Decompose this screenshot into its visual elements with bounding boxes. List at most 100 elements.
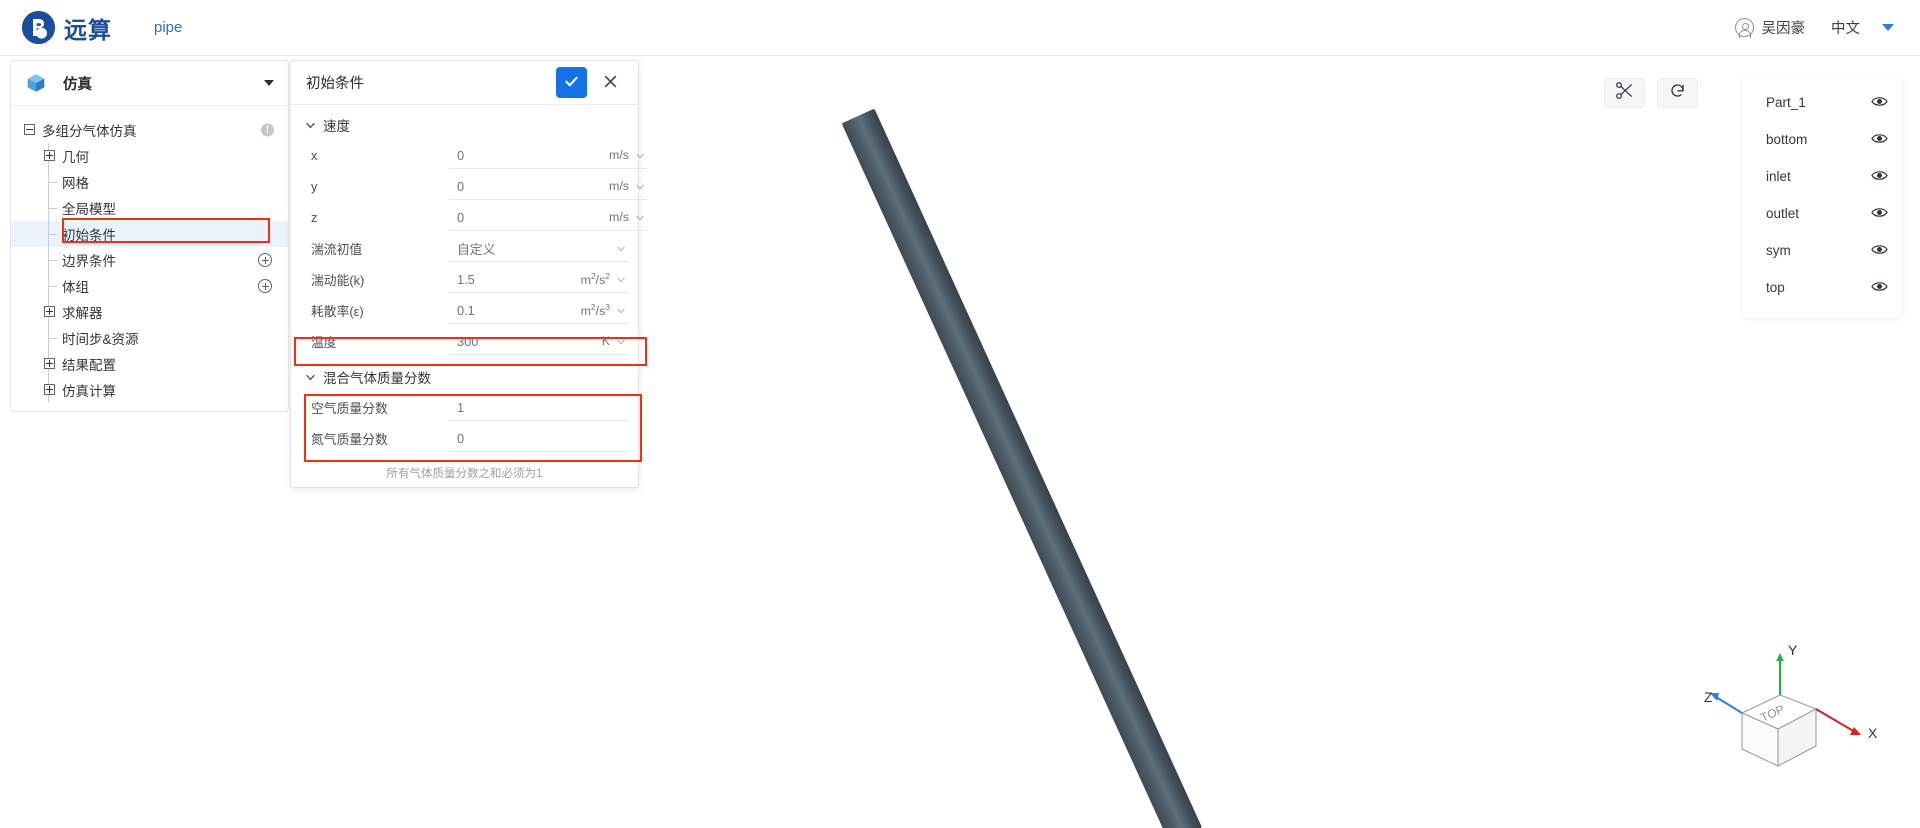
add-icon[interactable] — [258, 279, 272, 293]
unit-label: m2/s2 — [580, 270, 610, 288]
pipe-geometry-model[interactable] — [841, 108, 1202, 828]
eye-icon[interactable] — [1871, 95, 1888, 111]
part-list-item[interactable]: outlet — [1742, 195, 1902, 232]
expand-toggle-icon[interactable] — [44, 384, 55, 395]
turbulence-rows: 湍流初值 自定义 湍动能(k) 1.5 m2/s2 耗散率(ε) 0.1 m2/s3 温度 300… — [291, 233, 638, 357]
tree-item-7[interactable]: 求解器 — [11, 299, 288, 325]
initial-condition-dialog: 初始条件 速度 x 0 m/s y 0 m/s z 0 m/s 湍流初值 自定义… — [290, 60, 647, 488]
form-row-input[interactable]: 0 — [449, 143, 585, 169]
part-list-item[interactable]: sym — [1742, 232, 1902, 269]
eye-icon[interactable] — [1871, 169, 1888, 185]
tree-connector — [48, 325, 57, 351]
tree-item-label: 网格 — [62, 176, 89, 191]
eye-icon[interactable] — [1871, 280, 1888, 296]
view-toolbar — [1604, 78, 1698, 108]
form-row-input[interactable]: 1 — [449, 395, 628, 421]
form-row-unit[interactable]: K — [566, 329, 628, 355]
expand-toggle-icon[interactable] — [44, 358, 55, 369]
tree-item-2[interactable]: 网格 — [11, 169, 288, 195]
form-row-unit[interactable]: m/s — [585, 174, 647, 200]
expand-toggle-icon[interactable] — [44, 150, 55, 161]
form-row-label: 湍动能(k) — [311, 273, 365, 288]
chevron-down-icon[interactable] — [264, 80, 274, 86]
eye-icon[interactable] — [1871, 132, 1888, 148]
form-row: 湍动能(k) 1.5 m2/s2 — [291, 264, 638, 295]
close-button[interactable] — [595, 67, 626, 98]
mixture-section-label: 混合气体质量分数 — [323, 370, 431, 386]
user-name-label: 吴因豪 — [1761, 21, 1806, 37]
chevron-down-icon[interactable] — [635, 150, 645, 160]
reset-view-button[interactable] — [1657, 78, 1698, 108]
tree-connector — [48, 169, 57, 195]
part-list-item[interactable]: bottom — [1742, 121, 1902, 158]
form-row-label: y — [311, 179, 318, 194]
eye-icon[interactable] — [1871, 206, 1888, 222]
part-list-item[interactable]: top — [1742, 269, 1902, 306]
tree-item-6[interactable]: 体组 — [11, 273, 288, 299]
mixture-rows: 空气质量分数 1 氮气质量分数 0 — [291, 392, 638, 454]
avatar-icon — [1734, 18, 1754, 38]
form-row-input[interactable]: 0 — [449, 205, 585, 231]
form-row-unit[interactable] — [566, 236, 628, 262]
tree-item-1[interactable]: 几何 — [11, 143, 288, 169]
language-label[interactable]: 中文 — [1831, 17, 1860, 38]
tree-item-8[interactable]: 时间步&资源 — [11, 325, 288, 351]
chevron-down-icon[interactable] — [616, 243, 626, 253]
chevron-down-icon[interactable] — [616, 305, 626, 315]
tree-list: 多组分气体仿真! 几何网格全局模型 初始条件 边界条件 体组求解器时间步&资源结果配置仿… — [11, 106, 288, 403]
velocity-rows: x 0 m/s y 0 m/s z 0 m/s — [291, 140, 647, 233]
form-row-unit[interactable]: m2/s3 — [566, 298, 628, 324]
project-name[interactable]: pipe — [154, 19, 182, 36]
tree-item-label: 求解器 — [62, 306, 103, 321]
mixture-section-header[interactable]: 混合气体质量分数 — [291, 361, 638, 392]
form-row-unit[interactable]: m/s — [585, 143, 647, 169]
brand-logo[interactable]: 远算 — [22, 11, 112, 45]
logo-mark-icon — [22, 11, 55, 44]
form-row-input[interactable]: 1.5 — [449, 267, 566, 293]
dialog-header: 初始条件 — [291, 61, 638, 105]
part-list-panel: Part_1bottom inlet outlet sym top — [1742, 74, 1902, 318]
form-row-unit[interactable]: m2/s2 — [566, 267, 628, 293]
velocity-section-header[interactable]: 速度 — [291, 109, 638, 140]
part-list-item[interactable]: inlet — [1742, 158, 1902, 195]
tree-item-label: 结果配置 — [62, 358, 116, 373]
collapse-toggle-icon[interactable] — [24, 124, 35, 135]
form-row-input[interactable]: 0 — [449, 426, 628, 452]
axis-label-x: X — [1868, 725, 1878, 741]
part-list-item[interactable]: Part_1 — [1742, 84, 1902, 121]
tree-item-3[interactable]: 全局模型 — [11, 195, 288, 221]
dialog-header-buttons — [556, 67, 626, 98]
clip-scissors-button[interactable] — [1604, 78, 1645, 108]
part-list-item-label: Part_1 — [1766, 95, 1806, 110]
axis-orientation-gizmo[interactable]: TOP Y X Z — [1704, 642, 1884, 790]
tree-item-10[interactable]: 仿真计算 — [11, 377, 288, 403]
form-row-unit[interactable]: m/s — [585, 205, 647, 231]
form-row-input[interactable]: 300 — [449, 329, 566, 355]
chevron-down-icon[interactable] — [616, 274, 626, 284]
eye-icon[interactable] — [1871, 243, 1888, 259]
unit-label: m/s — [609, 148, 629, 162]
tree-connector — [48, 221, 57, 247]
tree-item-9[interactable]: 结果配置 — [11, 351, 288, 377]
tree-connector — [48, 195, 57, 221]
form-row-input[interactable]: 0 — [449, 174, 585, 200]
chevron-down-icon[interactable] — [635, 212, 645, 222]
user-menu[interactable]: 吴因豪 — [1734, 17, 1806, 38]
tree-item-4[interactable]: 初始条件 — [11, 221, 288, 247]
tree-item-5[interactable]: 边界条件 — [11, 247, 288, 273]
info-icon[interactable]: ! — [261, 123, 274, 137]
chevron-down-icon[interactable] — [616, 336, 626, 346]
confirm-button[interactable] — [556, 67, 587, 98]
tree-panel-header[interactable]: 仿真 — [11, 61, 288, 106]
form-row: 湍流初值 自定义 — [291, 233, 638, 264]
chevron-down-icon[interactable] — [635, 181, 645, 191]
form-row-select[interactable]: 自定义 — [449, 236, 566, 262]
tree-item-0[interactable]: 多组分气体仿真! — [11, 117, 288, 143]
part-list-item-label: outlet — [1766, 206, 1800, 221]
form-row-input[interactable]: 0.1 — [449, 298, 566, 324]
part-list-item-label: inlet — [1766, 169, 1791, 184]
expand-toggle-icon[interactable] — [44, 306, 55, 317]
form-row-value: 300 — [457, 333, 479, 349]
add-icon[interactable] — [258, 253, 272, 267]
chevron-down-icon[interactable] — [1882, 24, 1894, 31]
